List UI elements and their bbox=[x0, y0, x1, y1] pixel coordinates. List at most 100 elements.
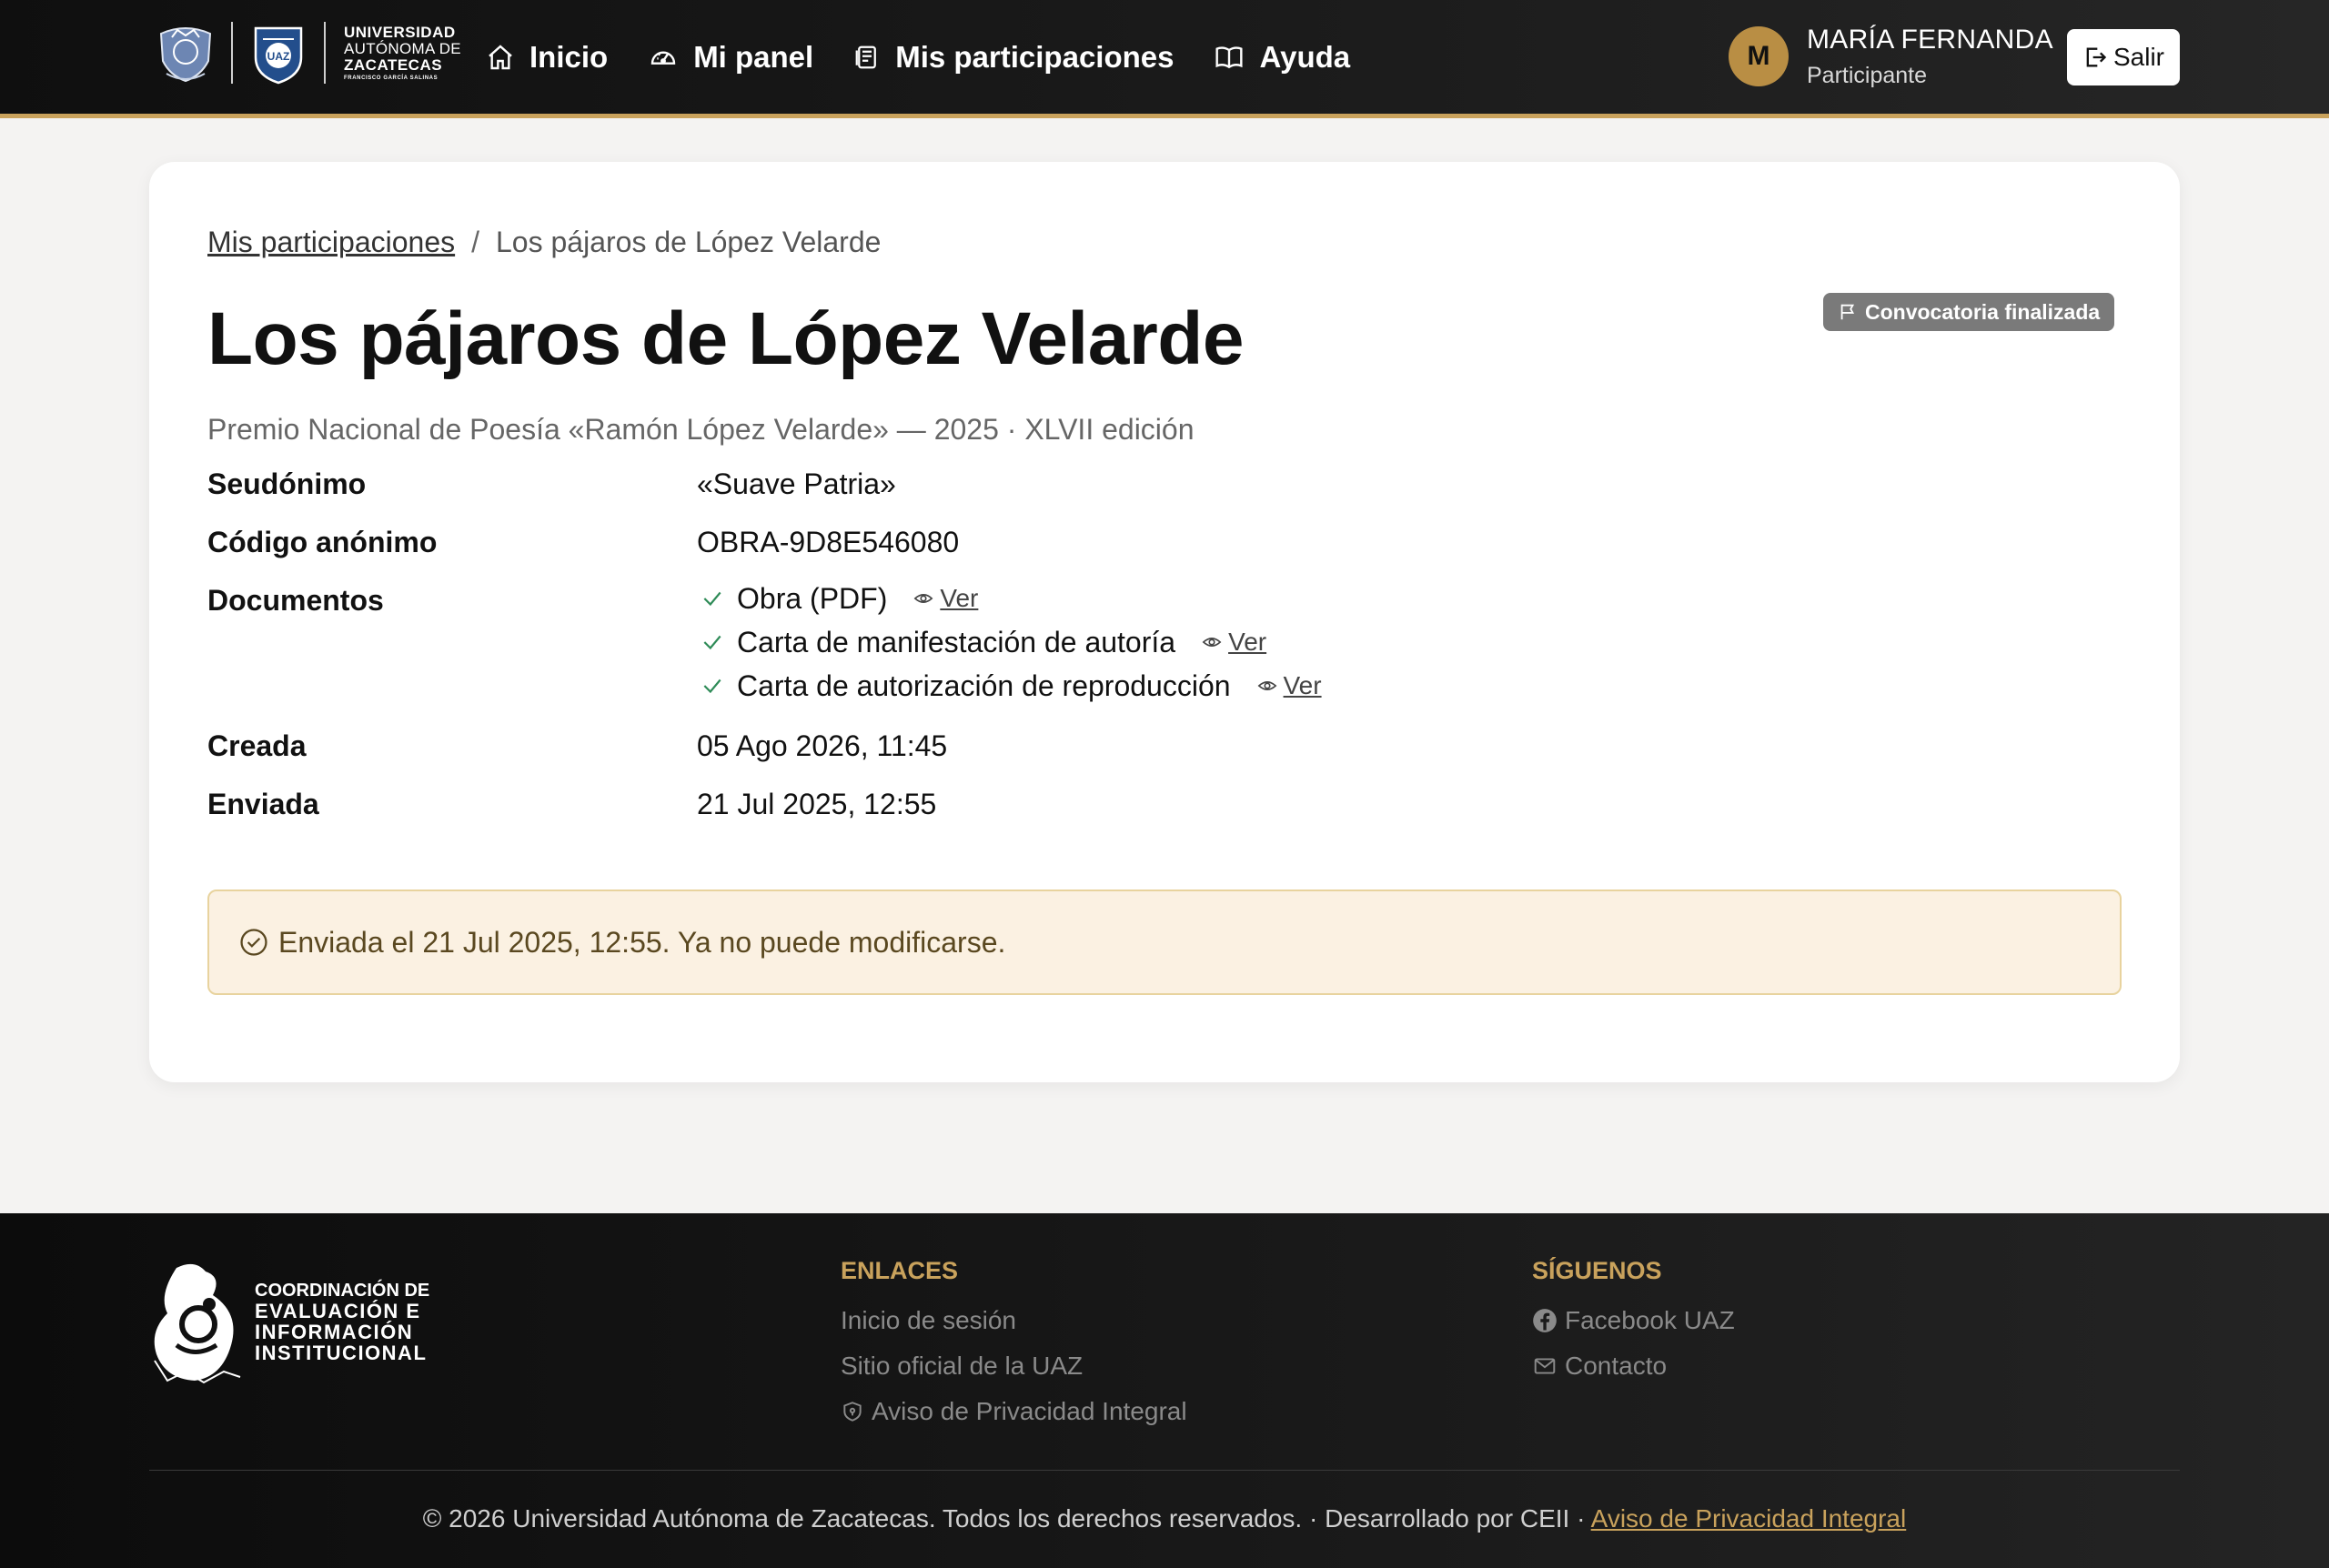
footer-follow-title: SÍGUENOS bbox=[1532, 1257, 1662, 1284]
participation-card: Mis participaciones / Los pájaros de Lóp… bbox=[149, 162, 2180, 1082]
documents-label: Documentos bbox=[207, 584, 384, 617]
home-icon bbox=[489, 44, 512, 69]
nav-mi-panel-label: Mi panel bbox=[693, 39, 814, 74]
footer-link-facebook[interactable]: Facebook UAZ bbox=[1532, 1298, 1735, 1343]
code-value: OBRA-9D8E546080 bbox=[697, 526, 960, 558]
breadcrumb-parent-link[interactable]: Mis participaciones bbox=[207, 226, 455, 259]
eye-icon bbox=[1257, 681, 1276, 690]
view-label: Ver bbox=[940, 584, 979, 612]
detail-row-documents: Documentos Obra (PDF) Ver Carta de manif… bbox=[207, 582, 1481, 729]
submission-alert: Enviada el 21 Jul 2025, 12:55. Ya no pue… bbox=[207, 890, 2122, 995]
footer-link-label: Inicio de sesión bbox=[841, 1306, 1017, 1334]
logout-button[interactable]: Salir bbox=[2067, 29, 2180, 85]
created-label: Creada bbox=[207, 729, 307, 762]
ceii-line-4: INSTITUCIONAL bbox=[255, 1342, 428, 1365]
brand-line-1: UNIVERSIDAD bbox=[344, 24, 456, 41]
code-label: Código anónimo bbox=[207, 526, 438, 558]
footer-link-login[interactable]: Inicio de sesión bbox=[841, 1298, 1187, 1343]
shield-icon bbox=[843, 1402, 862, 1422]
book-icon bbox=[1215, 45, 1244, 68]
user-menu[interactable]: M MARÍA FERNANDA Participante bbox=[1729, 20, 2053, 93]
sent-label: Enviada bbox=[207, 788, 319, 820]
nav-inicio[interactable]: Inicio bbox=[486, 40, 608, 75]
document-item: Obra (PDF) Ver bbox=[697, 577, 1322, 620]
participation-details: Seudónimo «Suave Patria» Código anónimo … bbox=[207, 467, 1481, 846]
footer-link-uaz-site[interactable]: Sitio oficial de la UAZ bbox=[841, 1343, 1187, 1389]
detail-row-created: Creada 05 Ago 2026, 11:45 bbox=[207, 729, 1481, 788]
contest-subtitle: Premio Nacional de Poesía «Ramón López V… bbox=[207, 413, 1195, 446]
view-label: Ver bbox=[1283, 671, 1322, 699]
breadcrumb: Mis participaciones / Los pájaros de Lóp… bbox=[207, 226, 881, 259]
uaz-seal-logo: UAZ bbox=[246, 20, 311, 85]
copyright-text: © 2026 Universidad Autónoma de Zacatecas… bbox=[422, 1504, 1591, 1533]
brand-line-3: ZACATECAS bbox=[344, 56, 443, 74]
footer-follow-column: SÍGUENOS Facebook UAZ Contacto bbox=[1532, 1257, 1735, 1389]
brand-line-4: FRANCISCO GARCÍA SALINAS bbox=[344, 75, 439, 81]
uaz-wordmark: UNIVERSIDAD AUTÓNOMA DE ZACATECAS FRANCI… bbox=[344, 25, 461, 81]
logout-icon bbox=[2086, 47, 2107, 67]
check-icon bbox=[703, 678, 721, 694]
footer-links-column: ENLACES Inicio de sesión Sitio oficial d… bbox=[841, 1257, 1187, 1434]
page-title: Los pájaros de López Velarde bbox=[207, 297, 1244, 380]
created-value: 05 Ago 2026, 11:45 bbox=[697, 729, 948, 762]
check-circle-icon bbox=[240, 929, 267, 956]
logout-label: Salir bbox=[2112, 43, 2164, 71]
pseudonym-value: «Suave Patria» bbox=[697, 467, 896, 500]
uaz-brand[interactable]: UAZ UNIVERSIDAD AUTÓNOMA DE ZACATECAS FR… bbox=[153, 20, 461, 85]
user-name: MARÍA FERNANDA bbox=[1807, 24, 2053, 55]
facebook-icon bbox=[1533, 1309, 1557, 1332]
view-document-link[interactable]: Ver bbox=[911, 584, 978, 613]
footer-divider bbox=[149, 1470, 2180, 1471]
ceii-line-2: EVALUACIÓN E bbox=[255, 1299, 421, 1322]
ceii-emblem-icon bbox=[154, 1263, 241, 1384]
alert-text: Enviada el 21 Jul 2025, 12:55. Ya no pue… bbox=[278, 925, 1006, 959]
view-document-link[interactable]: Ver bbox=[1255, 671, 1322, 700]
pseudonym-label: Seudónimo bbox=[207, 467, 367, 500]
envelope-icon bbox=[1534, 1358, 1556, 1374]
check-icon bbox=[703, 635, 721, 650]
detail-row-sent: Enviada 21 Jul 2025, 12:55 bbox=[207, 788, 1481, 846]
footer-link-privacy[interactable]: Aviso de Privacidad Integral bbox=[841, 1389, 1187, 1434]
main-nav: Inicio Mi panel Mis participaciones Ayud… bbox=[486, 0, 1390, 114]
document-name: Carta de autorización de reproducción bbox=[737, 668, 1231, 702]
user-role: Participante bbox=[1807, 62, 1928, 88]
footer-links-title: ENLACES bbox=[841, 1257, 959, 1284]
brand-divider bbox=[231, 22, 233, 84]
document-name: Carta de manifestación de autoría bbox=[737, 625, 1176, 658]
svg-text:UAZ: UAZ bbox=[267, 50, 290, 63]
copyright: © 2026 Universidad Autónoma de Zacatecas… bbox=[0, 1504, 2329, 1533]
nav-ayuda[interactable]: Ayuda bbox=[1214, 40, 1350, 75]
uaz-shield-logo bbox=[153, 20, 218, 85]
document-name: Obra (PDF) bbox=[737, 581, 888, 615]
nav-mis-participaciones[interactable]: Mis participaciones bbox=[853, 40, 1174, 75]
eye-icon bbox=[913, 594, 933, 603]
breadcrumb-current: Los pájaros de López Velarde bbox=[496, 226, 882, 258]
nav-ayuda-label: Ayuda bbox=[1259, 39, 1351, 74]
ceii-wordmark: COORDINACIÓN DE EVALUACIÓN E INFORMACIÓN… bbox=[255, 1280, 430, 1365]
eye-icon bbox=[1202, 638, 1222, 647]
footer-privacy-link[interactable]: Aviso de Privacidad Integral bbox=[1591, 1504, 1907, 1533]
user-info: MARÍA FERNANDA Participante bbox=[1807, 25, 2053, 89]
ceii-line-3: INFORMACIÓN bbox=[255, 1320, 414, 1343]
gauge-icon bbox=[650, 50, 676, 65]
brand-divider-2 bbox=[324, 22, 326, 84]
avatar: M bbox=[1729, 26, 1789, 86]
document-list-icon bbox=[855, 45, 877, 68]
breadcrumb-separator: / bbox=[471, 226, 479, 258]
footer-link-label: Sitio oficial de la UAZ bbox=[841, 1352, 1084, 1380]
nav-mi-panel[interactable]: Mi panel bbox=[648, 40, 813, 75]
detail-row-pseudonym: Seudónimo «Suave Patria» bbox=[207, 467, 1481, 526]
status-badge: Convocatoria finalizada bbox=[1823, 293, 2115, 331]
footer-link-contact[interactable]: Contacto bbox=[1532, 1343, 1735, 1389]
view-document-link[interactable]: Ver bbox=[1199, 628, 1266, 657]
document-item: Carta de autorización de reproducción Ve… bbox=[697, 664, 1322, 708]
document-item: Carta de manifestación de autoría Ver bbox=[697, 620, 1322, 664]
top-navbar: UAZ UNIVERSIDAD AUTÓNOMA DE ZACATECAS FR… bbox=[0, 0, 2329, 118]
flag-icon bbox=[1840, 304, 1855, 320]
ceii-line-1: COORDINACIÓN DE bbox=[255, 1280, 430, 1301]
status-badge-label: Convocatoria finalizada bbox=[1865, 299, 2101, 324]
view-label: Ver bbox=[1228, 628, 1267, 656]
nav-mis-participaciones-label: Mis participaciones bbox=[895, 39, 1175, 74]
footer-link-label: Facebook UAZ bbox=[1565, 1306, 1735, 1334]
footer-link-label: Aviso de Privacidad Integral bbox=[872, 1397, 1187, 1425]
